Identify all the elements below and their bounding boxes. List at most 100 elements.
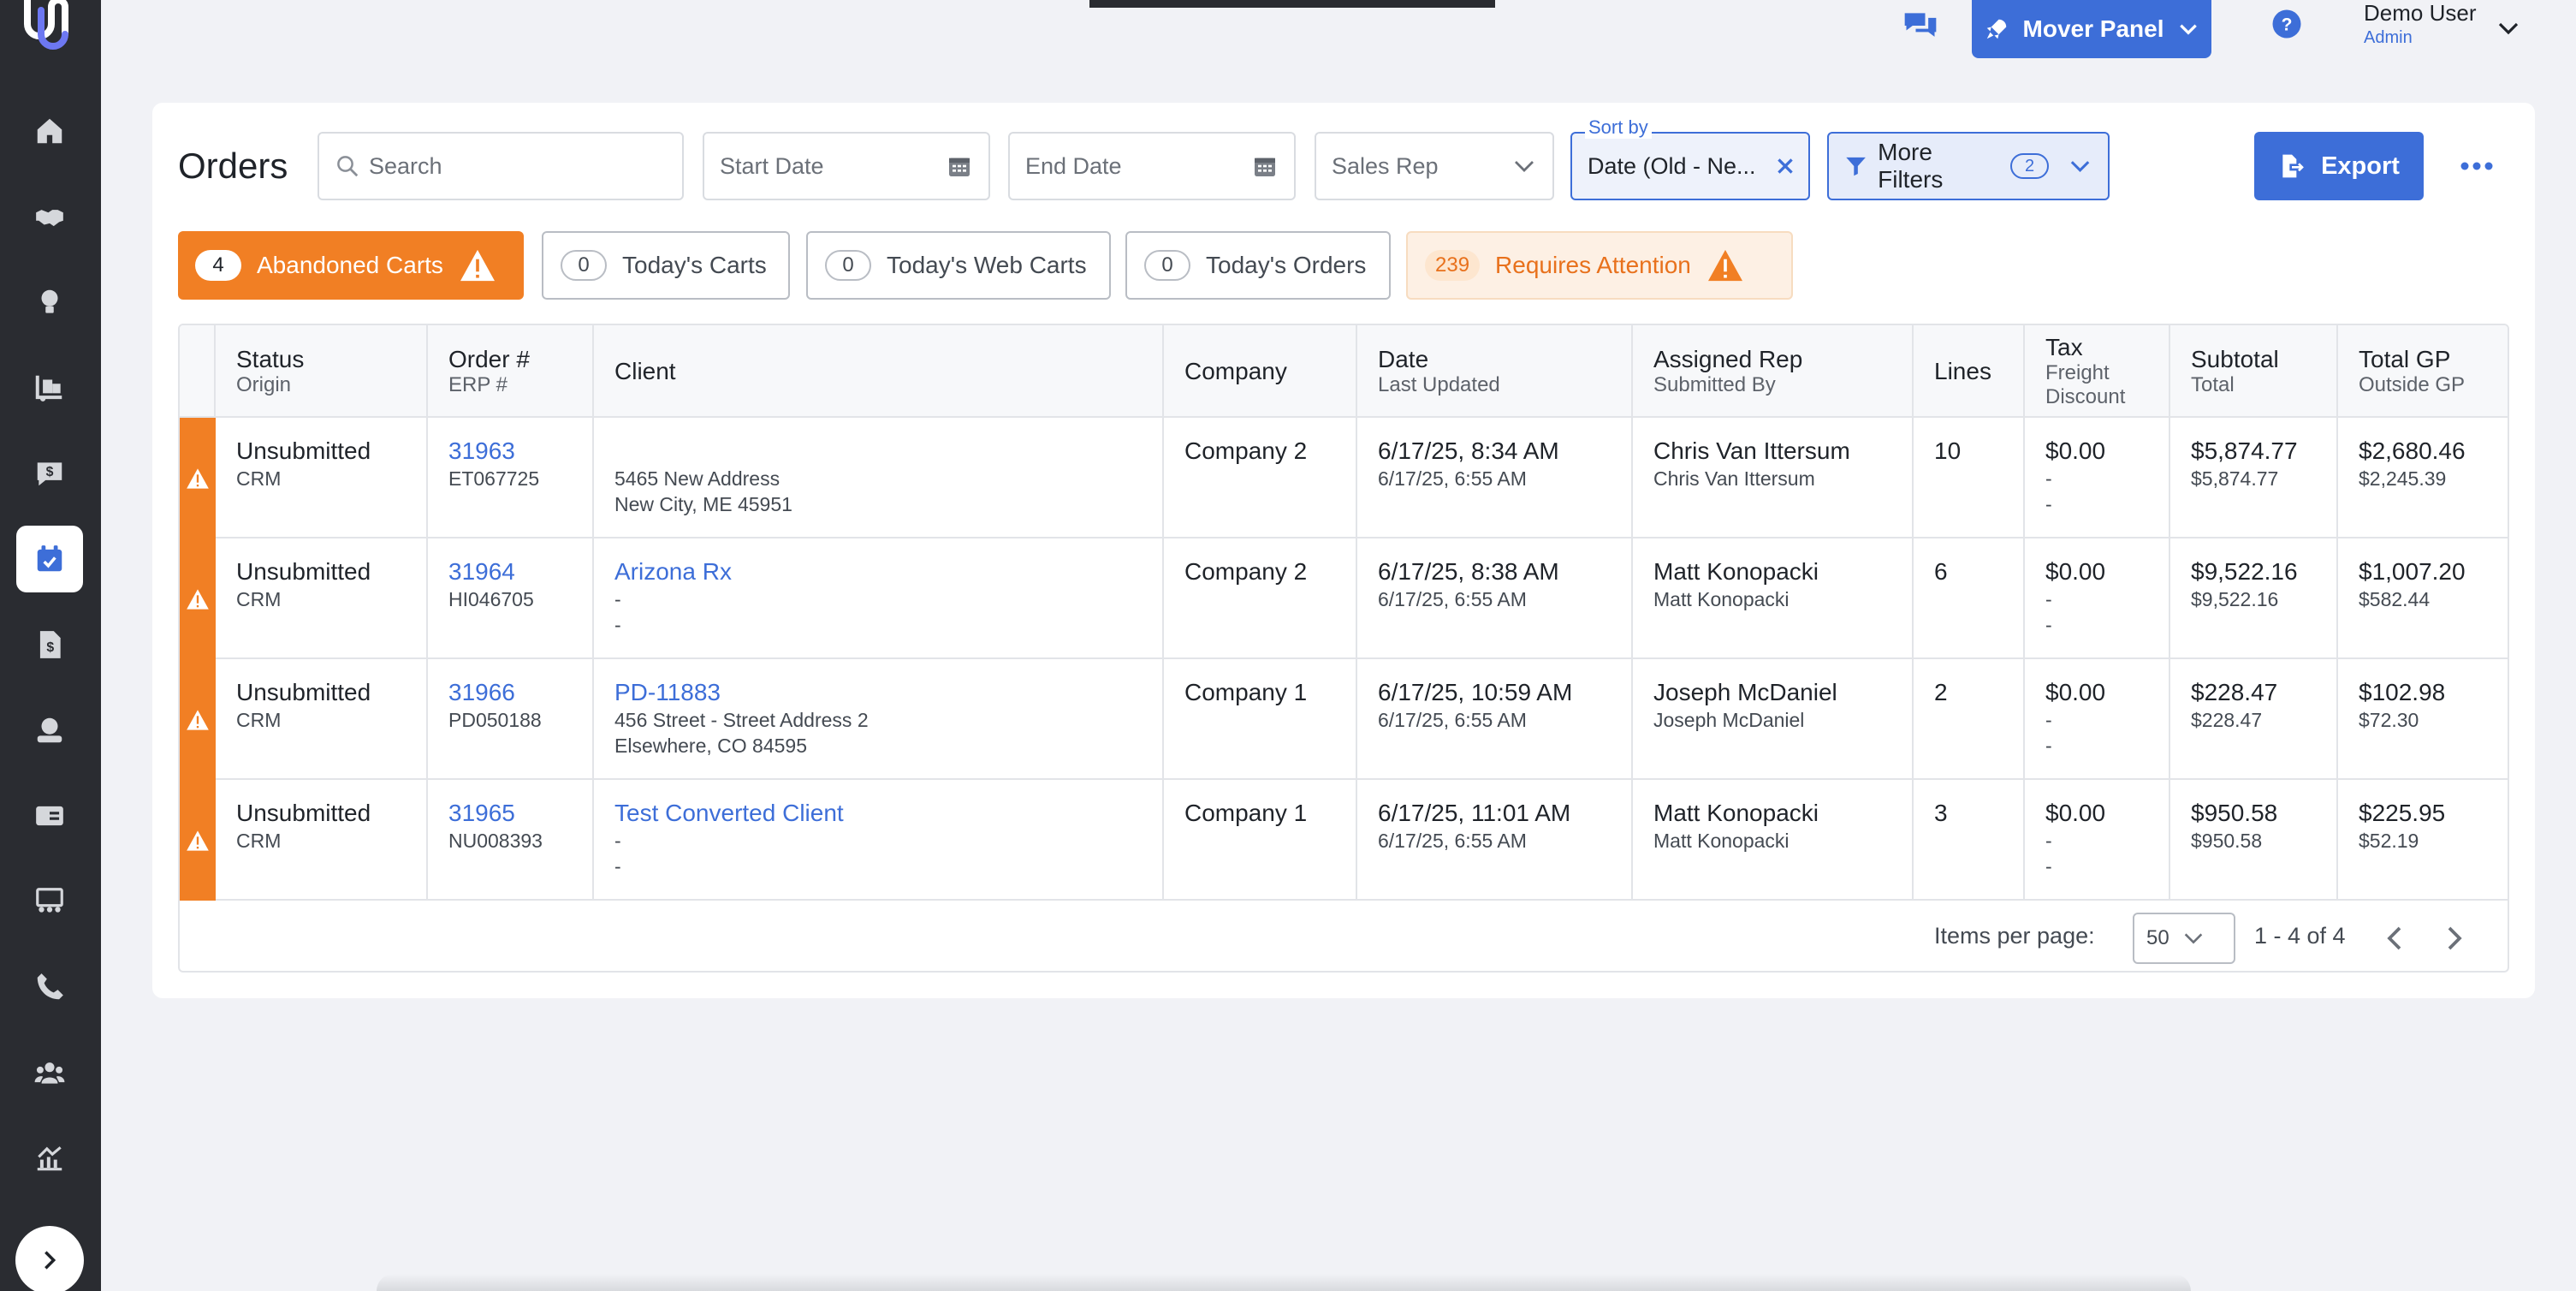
calendar-icon[interactable]: [946, 152, 973, 180]
sidebar-item-payments[interactable]: [16, 697, 83, 764]
chip-label: Abandoned Carts: [257, 252, 443, 278]
expand-sidebar-button[interactable]: [15, 1226, 84, 1291]
items-per-page-value: 50: [2146, 926, 2169, 949]
header-company[interactable]: Company: [1164, 325, 1357, 418]
header-subtotal[interactable]: Subtotal Total: [2170, 325, 2338, 418]
header-assigned-rep[interactable]: Assigned Rep Submitted By: [1633, 325, 1914, 418]
cell-order-order[interactable]: 31966: [448, 678, 592, 707]
cell-client-client[interactable]: PD-11883: [614, 678, 1162, 707]
app-logo[interactable]: [15, 0, 75, 57]
cell-client-client-l2: -: [614, 830, 621, 852]
clear-icon[interactable]: [1774, 155, 1796, 177]
header-lines[interactable]: Lines: [1914, 325, 2025, 418]
cell-client-client[interactable]: [614, 437, 1162, 466]
money-card-icon: [36, 806, 63, 826]
cell-tax: $0.00 - -: [2025, 780, 2170, 901]
table-row[interactable]: Unsubmitted CRM 31964 HI046705 Arizona Rx - - C…: [180, 538, 2508, 659]
cell-status-status: Unsubmitted: [236, 679, 371, 705]
sidebar-item-billing[interactable]: [16, 782, 83, 849]
help-icon[interactable]: ?: [2271, 9, 2302, 39]
sidebar-item-deals[interactable]: [16, 183, 83, 250]
rocket-icon: [1986, 19, 2006, 39]
sidebar-item-shipping[interactable]: [16, 354, 83, 421]
chevron-right-icon[interactable]: [2439, 921, 2470, 955]
cell-client: Arizona Rx - -: [594, 538, 1164, 659]
chip-todays-carts[interactable]: 0 Today's Carts: [542, 231, 790, 300]
header-order[interactable]: Order # ERP #: [428, 325, 594, 418]
cell-subtotal-subtotal: $950.58: [2191, 800, 2278, 826]
sidebar-item-invoices[interactable]: $: [16, 611, 83, 678]
cell-status-status: Unsubmitted: [236, 558, 371, 585]
warning-icon: [187, 830, 209, 851]
sidebar-item-calls[interactable]: [16, 954, 83, 1020]
cell-company-company: Company 1: [1184, 800, 1308, 826]
cell-client-client[interactable]: Test Converted Client: [614, 799, 1162, 828]
cell-lines: 6: [1914, 538, 2025, 659]
header-label: Order #: [448, 346, 530, 372]
chip-todays-web-carts[interactable]: 0 Today's Web Carts: [806, 231, 1111, 300]
mover-panel-button[interactable]: Mover Panel: [1972, 0, 2211, 58]
export-label: Export: [2321, 152, 2400, 180]
cell-subtotal-subtotal: $228.47: [2191, 679, 2278, 705]
money-message-icon: $: [37, 462, 62, 486]
user-menu[interactable]: Demo User Admin: [2364, 0, 2476, 48]
sales-rep-select[interactable]: Sales Rep: [1315, 132, 1554, 200]
cell-date-updated: 6/17/25, 6:55 AM: [1378, 467, 1527, 490]
sidebar-item-ideas[interactable]: [16, 269, 83, 336]
export-button[interactable]: Export: [2254, 132, 2424, 200]
chevron-down-icon[interactable]: [2496, 15, 2521, 41]
cell-lines: 3: [1914, 780, 2025, 901]
cell-company-company: Company 2: [1184, 437, 1308, 464]
cell-tax-tax: $0.00: [2045, 679, 2106, 705]
sort-value: Date (Old - Ne...: [1588, 152, 1756, 179]
calendar-icon[interactable]: [1251, 152, 1279, 180]
items-per-page-select[interactable]: 50: [2133, 913, 2235, 964]
table-row[interactable]: Unsubmitted CRM 31966 PD050188 PD-11883 456 S…: [180, 659, 2508, 780]
end-date-input[interactable]: End Date: [1008, 132, 1296, 200]
cell-order-order[interactable]: 31963: [448, 437, 592, 466]
cell-date: 6/17/25, 8:38 AM 6/17/25, 6:55 AM: [1357, 538, 1633, 659]
cell-date-date: 6/17/25, 11:01 AM: [1378, 800, 1571, 826]
header-total-gp[interactable]: Total GP Outside GP: [2338, 325, 2508, 418]
cell-client-client[interactable]: Arizona Rx: [614, 557, 1162, 586]
chevron-left-icon[interactable]: [2379, 921, 2410, 955]
page-title: Orders: [178, 146, 288, 186]
calendar-check-icon: [37, 545, 62, 572]
sidebar-item-users[interactable]: [16, 1039, 83, 1106]
more-filters-button[interactable]: More Filters 2: [1827, 132, 2110, 200]
chip-todays-orders[interactable]: 0 Today's Orders: [1125, 231, 1391, 300]
more-options-icon[interactable]: [2458, 151, 2496, 181]
users-icon: [34, 1062, 65, 1084]
sidebar-item-home[interactable]: [16, 98, 83, 164]
cell-date: 6/17/25, 11:01 AM 6/17/25, 6:55 AM: [1357, 780, 1633, 901]
lightbulb-icon: [41, 289, 58, 313]
sidebar-item-orders[interactable]: [16, 526, 83, 592]
sort-by-select[interactable]: Date (Old - Ne...: [1570, 132, 1810, 200]
chip-abandoned-carts[interactable]: 4 Abandoned Carts: [178, 231, 524, 300]
table-row[interactable]: Unsubmitted CRM 31965 NU008393 Test Converte…: [180, 780, 2508, 901]
start-date-input[interactable]: Start Date: [703, 132, 990, 200]
table-row[interactable]: Unsubmitted CRM 31963 ET067725 5465 New Addr…: [180, 418, 2508, 538]
chip-count: 0: [1144, 250, 1190, 281]
sidebar-item-quotes[interactable]: $: [16, 440, 83, 507]
header-tax[interactable]: Tax Freight Discount: [2025, 325, 2170, 418]
sidebar-item-teams[interactable]: [16, 868, 83, 935]
cell-order-order[interactable]: 31964: [448, 557, 592, 586]
header-date[interactable]: Date Last Updated: [1357, 325, 1633, 418]
search-input[interactable]: Search: [318, 132, 684, 200]
sidebar-item-reports[interactable]: [16, 1125, 83, 1192]
header-label: Tax: [2045, 334, 2083, 360]
cell-status-origin: CRM: [236, 709, 282, 731]
chat-icon[interactable]: [1902, 7, 1939, 45]
warning-icon: [1707, 249, 1742, 282]
cell-status: Unsubmitted CRM: [216, 418, 428, 538]
chip-requires-attention[interactable]: 239 Requires Attention: [1406, 231, 1793, 300]
table-footer: Items per page: 50 1 - 4 of 4: [180, 902, 2508, 971]
cell-rep-rep: Matt Konopacki: [1653, 800, 1819, 826]
header-client[interactable]: Client: [594, 325, 1164, 418]
cell-order-order[interactable]: 31965: [448, 799, 592, 828]
header-status[interactable]: Status Origin: [216, 325, 428, 418]
warning-icon: [187, 467, 209, 489]
cell-subtotal-total: $228.47: [2191, 709, 2263, 731]
cell-subtotal: $9,522.16 $9,522.16: [2170, 538, 2338, 659]
